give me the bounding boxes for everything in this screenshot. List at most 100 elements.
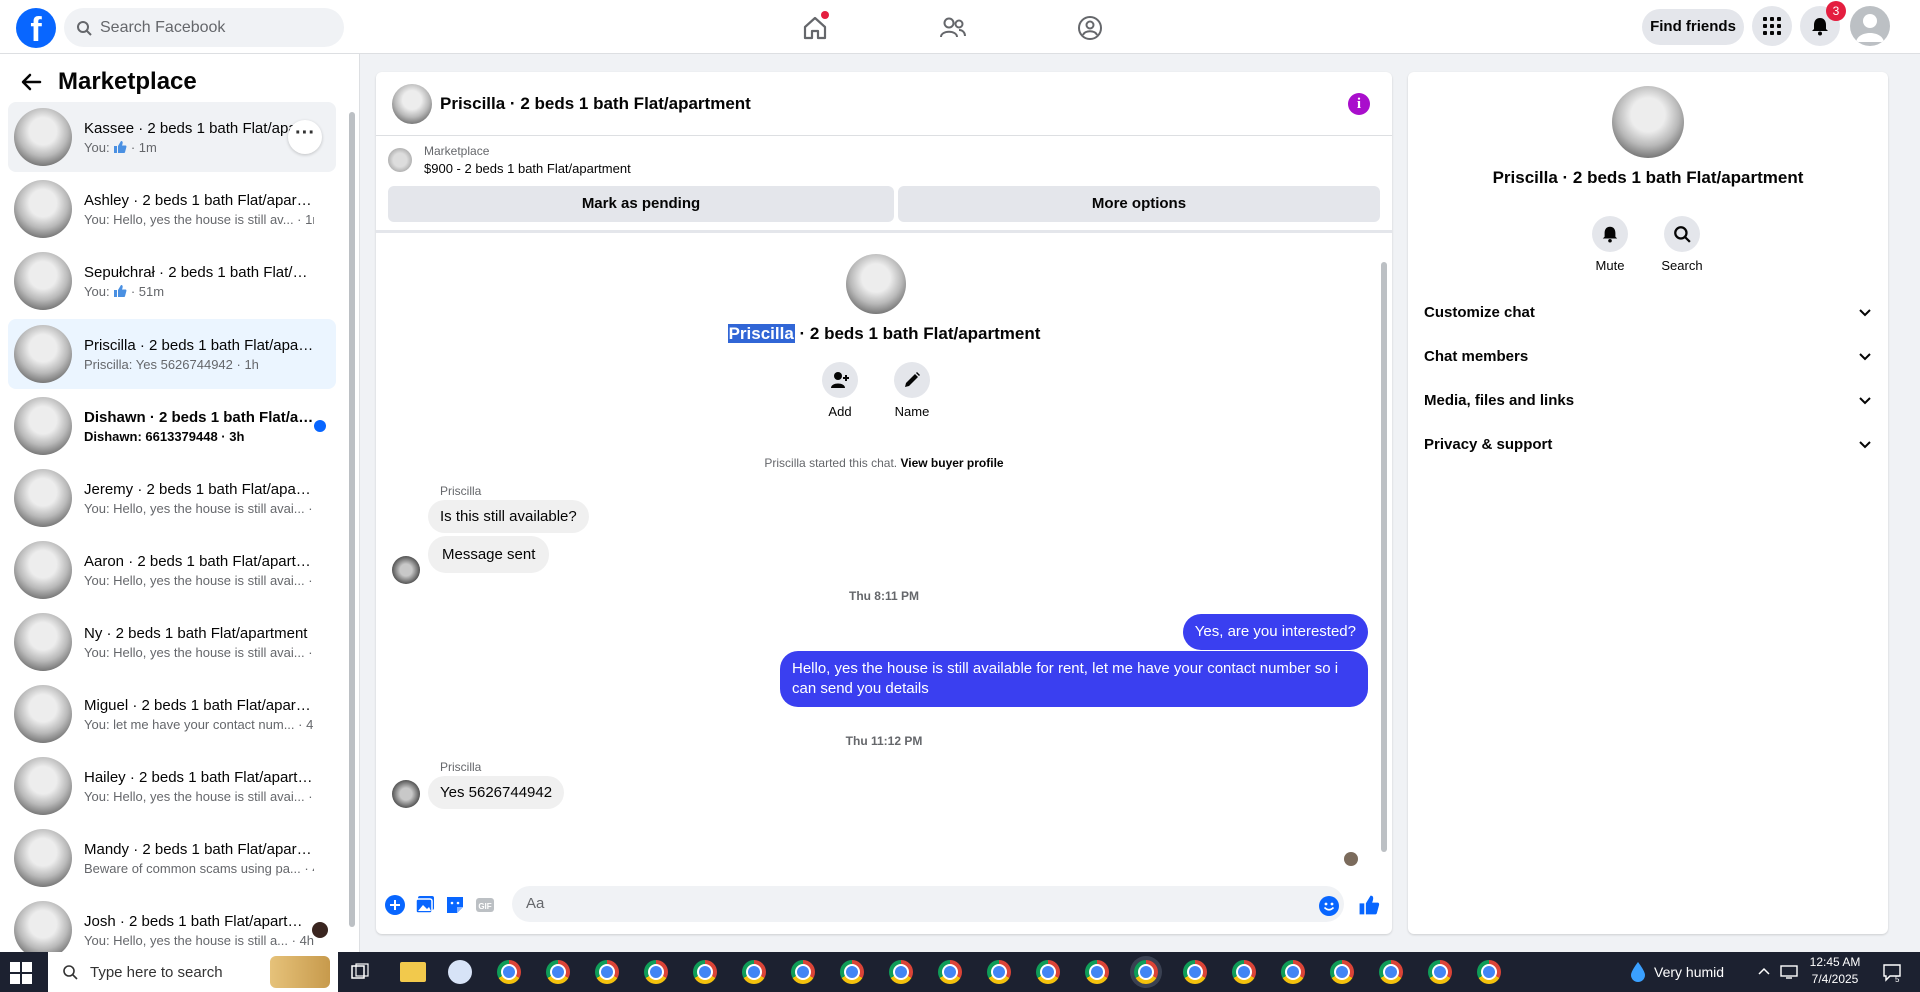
conversation-options-button[interactable]: ··· <box>288 120 322 154</box>
chrome-icon[interactable] <box>1477 960 1501 984</box>
friends-nav-button[interactable] <box>933 12 973 44</box>
chrome-icon-active[interactable] <box>1134 960 1158 984</box>
incoming-message[interactable]: Yes 5626744942 <box>428 776 565 809</box>
customize-chat-section[interactable]: Customize chat <box>1424 292 1872 332</box>
scrollbar-thumb[interactable] <box>1381 262 1387 852</box>
conversation-item[interactable]: Miguel · 2 beds 1 bath Flat/apartment Yo… <box>8 679 336 749</box>
conversation-item-active[interactable]: Priscilla · 2 beds 1 bath Flat/apartment… <box>8 319 336 389</box>
like-button[interactable] <box>1358 894 1380 916</box>
chrome-icon[interactable] <box>987 960 1011 984</box>
conversation-item[interactable]: Hailey · 2 beds 1 bath Flat/apartment Yo… <box>8 751 336 821</box>
chrome-icon[interactable] <box>1428 960 1452 984</box>
notification-badge: 3 <box>1826 1 1846 21</box>
chrome-icon[interactable] <box>497 960 521 984</box>
chrome-icon[interactable] <box>1036 960 1060 984</box>
details-avatar[interactable] <box>1612 86 1684 158</box>
chrome-icon[interactable] <box>791 960 815 984</box>
chat-avatar[interactable] <box>392 83 432 124</box>
chrome-icon[interactable] <box>644 960 668 984</box>
chevron-up-icon[interactable] <box>1758 966 1770 978</box>
network-icon[interactable] <box>1780 964 1798 980</box>
name-chat-button[interactable]: Name <box>882 362 942 419</box>
search-in-chat-button[interactable]: Search <box>1652 216 1712 273</box>
menu-button[interactable] <box>1752 6 1792 46</box>
info-icon[interactable]: i <box>1348 93 1370 115</box>
system-clock[interactable]: 12:45 AM 7/4/2025 <box>1800 954 1870 988</box>
chrome-icon[interactable] <box>1183 960 1207 984</box>
conversation-item-unread[interactable]: Dishawn · 2 beds 1 bath Flat/apartment D… <box>8 391 336 461</box>
chrome-icon[interactable] <box>595 960 619 984</box>
notifications-center-icon[interactable]: 5 <box>1882 962 1902 982</box>
groups-nav-button[interactable] <box>1070 12 1110 44</box>
chat-members-section[interactable]: Chat members <box>1424 336 1872 376</box>
notifications-button[interactable]: 3 <box>1800 1 1846 46</box>
listing-summary[interactable]: Marketplace $900 - 2 beds 1 bath Flat/ap… <box>388 144 631 176</box>
conversation-item[interactable]: Mandy · 2 beds 1 bath Flat/apartment Bew… <box>8 823 336 893</box>
chat-header: Priscilla · 2 beds 1 bath Flat/apartment… <box>376 72 1392 136</box>
conversation-item[interactable]: Sepułchrał · 2 beds 1 bath Flat/apartmen… <box>8 246 336 316</box>
chrome-icon[interactable] <box>546 960 570 984</box>
sender-avatar[interactable] <box>392 780 420 808</box>
photo-icon <box>415 896 434 914</box>
sticker-button[interactable] <box>444 894 466 916</box>
chevron-down-icon <box>1859 353 1871 361</box>
pencil-icon <box>905 372 920 387</box>
taskbar-search-box[interactable]: Type here to search <box>48 952 338 992</box>
profile-avatar-icon <box>1856 14 1884 42</box>
thumbs-up-icon <box>114 140 127 153</box>
more-options-button[interactable]: More options <box>898 186 1380 222</box>
chrome-icon[interactable] <box>938 960 962 984</box>
attach-photo-button[interactable] <box>414 894 436 916</box>
started-text: Priscilla started this chat. <box>764 456 898 470</box>
outgoing-message[interactable]: Yes, are you interested? <box>1182 614 1368 650</box>
chrome-icon[interactable] <box>1379 960 1403 984</box>
more-actions-button[interactable] <box>384 894 406 916</box>
mute-button[interactable]: Mute <box>1580 216 1640 273</box>
listing-thumbnail <box>14 469 72 527</box>
conversation-item[interactable]: Jeremy · 2 beds 1 bath Flat/apartment Yo… <box>8 463 336 533</box>
file-explorer-icon[interactable] <box>400 962 426 982</box>
chrome-icon[interactable] <box>1085 960 1109 984</box>
incoming-message[interactable]: Message sent <box>428 536 550 573</box>
sidebar-scrollbar[interactable] <box>348 94 356 944</box>
search-facebook-input[interactable]: Search Facebook <box>64 8 344 47</box>
scrollbar-thumb[interactable] <box>349 112 355 927</box>
outgoing-message[interactable]: Hello, yes the house is still available … <box>780 651 1368 707</box>
chrome-icon[interactable] <box>840 960 864 984</box>
conversation-item[interactable]: Kassee · 2 beds 1 bath Flat/apartment Yo… <box>8 102 336 172</box>
weather-widget[interactable]: Very humid <box>1630 952 1724 992</box>
view-buyer-profile-link[interactable]: View buyer profile <box>900 456 1003 470</box>
chat-title[interactable]: Priscilla · 2 beds 1 bath Flat/apartment <box>440 94 751 114</box>
chrome-icon[interactable] <box>1330 960 1354 984</box>
chrome-icon[interactable] <box>889 960 913 984</box>
chrome-icon[interactable] <box>1232 960 1256 984</box>
conversation-item[interactable]: Ashley · 2 beds 1 bath Flat/apartment Yo… <box>8 174 336 244</box>
mark-as-pending-button[interactable]: Mark as pending <box>388 186 894 222</box>
task-view-icon[interactable] <box>350 962 370 982</box>
emoji-icon <box>1319 896 1339 916</box>
conversation-item[interactable]: Ny · 2 beds 1 bath Flat/apartment You: H… <box>8 607 336 677</box>
privacy-support-section[interactable]: Privacy & support <box>1424 424 1872 464</box>
emoji-button[interactable] <box>1318 895 1340 917</box>
incoming-message[interactable]: Is this still available? <box>428 500 589 533</box>
chrome-icon[interactable] <box>693 960 717 984</box>
sender-avatar[interactable] <box>392 556 420 584</box>
message-input[interactable]: Aa <box>512 886 1344 922</box>
add-people-button[interactable]: Add <box>810 362 870 419</box>
conversation-item[interactable]: Aaron · 2 beds 1 bath Flat/apartment You… <box>8 535 336 605</box>
chat-scrollbar[interactable] <box>1379 234 1389 874</box>
home-nav-button[interactable] <box>795 11 835 44</box>
conversation-name: Kassee · 2 beds 1 bath Flat/apartment <box>84 119 314 137</box>
windows-start-icon[interactable] <box>10 962 32 984</box>
find-friends-button[interactable]: Find friends <box>1642 9 1744 45</box>
app-icon[interactable] <box>448 960 472 984</box>
back-arrow-icon[interactable] <box>20 71 42 93</box>
chrome-icon[interactable] <box>742 960 766 984</box>
details-name: Priscilla · 2 beds 1 bath Flat/apartment <box>1492 168 1804 187</box>
chrome-icon[interactable] <box>1281 960 1305 984</box>
media-files-links-section[interactable]: Media, files and links <box>1424 380 1872 420</box>
account-avatar-button[interactable] <box>1850 6 1890 46</box>
facebook-logo[interactable]: f <box>16 8 56 48</box>
conversation-name: Josh · 2 beds 1 bath Flat/apartment <box>84 912 314 930</box>
gif-button[interactable]: GIF <box>474 894 496 916</box>
